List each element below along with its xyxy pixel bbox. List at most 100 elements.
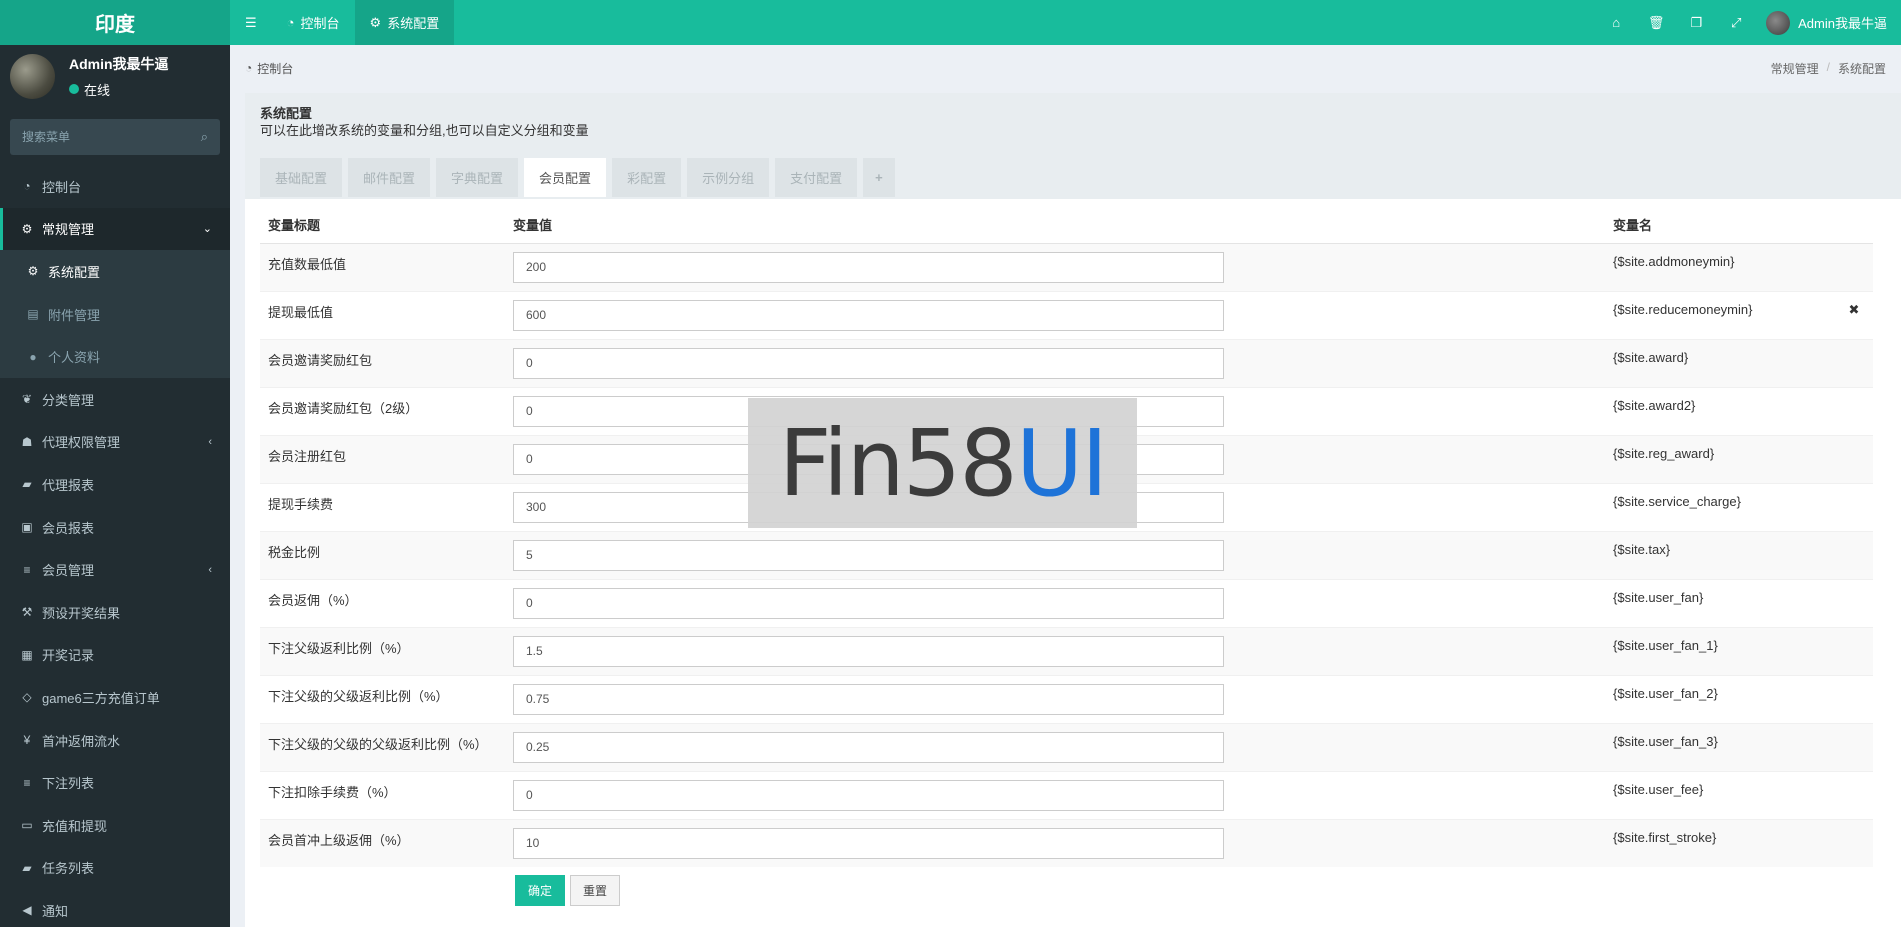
variable-value-input[interactable] — [513, 683, 1224, 715]
sidebar-username: Admin我最牛逼 — [69, 55, 169, 72]
page-home-link[interactable]: ◔ 控制台 — [245, 60, 293, 77]
variable-title: 提现手续费 — [260, 482, 505, 531]
variable-value-input[interactable] — [513, 587, 1224, 619]
variable-title: 下注扣除手续费（%） — [260, 770, 505, 819]
table-row: 下注父级返利比例（%） {$site.user_fan_1} — [260, 626, 1873, 675]
sidebar-item-game6-orders[interactable]: ◇ game6三方充值订单 — [0, 676, 230, 719]
logo[interactable]: 印度 — [0, 0, 230, 45]
variable-title: 会员注册红包 — [260, 434, 505, 483]
cog-icon: ⚙ — [369, 14, 382, 30]
table-row: 会员首冲上级返佣（%） {$site.first_stroke} — [260, 818, 1873, 867]
tab-lottery[interactable]: 彩配置 — [612, 158, 682, 197]
panel-title: 系统配置 — [260, 106, 313, 121]
add-tab-button[interactable]: + — [863, 158, 895, 197]
sidebar-item-lottery-record[interactable]: ▦ 开奖记录 — [0, 634, 230, 677]
bullhorn-icon: ◀ — [22, 903, 32, 918]
sidebar-item-attachment[interactable]: ▤ 附件管理 — [0, 293, 230, 336]
tab-dictionary[interactable]: 字典配置 — [436, 158, 519, 197]
variable-value-input[interactable] — [513, 347, 1224, 379]
variable-value-input[interactable] — [513, 539, 1224, 571]
tab-payment[interactable]: 支付配置 — [775, 158, 858, 197]
sidebar-item-config[interactable]: ⚙ 系统配置 — [0, 250, 230, 293]
avatar — [10, 53, 55, 99]
breadcrumb-bar: ◔ 控制台 常规管理 / 系统配置 — [230, 45, 1901, 91]
variable-name: {$site.reducemoneymin} — [1605, 290, 1835, 339]
submit-button[interactable]: 确定 — [515, 875, 566, 906]
variable-title: 会员邀请奖励红包 — [260, 338, 505, 387]
status-text: 在线 — [84, 82, 111, 98]
sidebar-item-member[interactable]: ≡ 会员管理 ‹ — [0, 548, 230, 591]
sidebar-item-recharge-withdraw[interactable]: ▭ 充值和提现 — [0, 804, 230, 847]
top-right-tools: ⌂ 🗑 ❐ ⤢ Admin我最牛逼 — [1596, 0, 1901, 45]
variable-title: 提现最低值 — [260, 290, 505, 339]
sidebar-item-notice[interactable]: ◀ 通知 — [0, 889, 230, 927]
breadcrumb-item[interactable]: 常规管理 — [1771, 60, 1819, 77]
watermark-logo: Fin58 UI — [748, 398, 1137, 528]
sidebar-item-category[interactable]: ❦ 分类管理 — [0, 378, 230, 421]
yen-icon: ¥ — [23, 733, 31, 748]
top-tab-config[interactable]: ⚙ 系统配置 — [354, 0, 455, 45]
sidebar-item-first-commission[interactable]: ¥ 首冲返佣流水 — [0, 719, 230, 762]
variable-name: {$site.user_fan} — [1605, 578, 1835, 627]
top-tab-dashboard[interactable]: ◔ 控制台 — [272, 0, 355, 45]
file-image-icon: ▤ — [27, 307, 39, 322]
variable-title: 下注父级的父级返利比例（%） — [260, 674, 505, 723]
cog-icon: ⚙ — [27, 264, 39, 279]
diamond-icon: ◇ — [22, 690, 32, 705]
table-row: 税金比例 {$site.tax} — [260, 530, 1873, 579]
column-header-value: 变量值 — [505, 207, 1605, 244]
variable-title: 会员邀请奖励红包（2级） — [260, 386, 505, 435]
dashboard-icon: ◔ — [23, 179, 31, 194]
tab-example-group[interactable]: 示例分组 — [687, 158, 770, 197]
home-icon[interactable]: ⌂ — [1596, 0, 1636, 45]
variable-value-input[interactable] — [513, 299, 1224, 331]
sidebar-item-agent-auth[interactable]: ☗ 代理权限管理 ‹ — [0, 421, 230, 464]
table-row: 下注父级的父级返利比例（%） {$site.user_fan_2} — [260, 674, 1873, 723]
chevron-down-icon: ⌄ — [202, 223, 212, 236]
tab-email[interactable]: 邮件配置 — [348, 158, 431, 197]
variable-name: {$site.first_stroke} — [1605, 818, 1835, 867]
sidebar-item-profile[interactable]: ● 个人资料 — [0, 335, 230, 378]
menu-search: ⌕ — [10, 119, 220, 155]
breadcrumb-separator: / — [1826, 59, 1830, 74]
delete-icon[interactable]: ✖ — [1849, 302, 1860, 317]
variable-name: {$site.user_fan_1} — [1605, 626, 1835, 675]
trash-icon[interactable]: 🗑 — [1636, 0, 1676, 45]
variable-name: {$site.reg_award} — [1605, 434, 1835, 483]
variable-value-input[interactable] — [513, 779, 1224, 811]
sidebar-item-dashboard[interactable]: ◔ 控制台 — [0, 165, 230, 208]
breadcrumb: 常规管理 / 系统配置 — [1771, 60, 1886, 77]
search-icon[interactable]: ⌕ — [201, 129, 208, 145]
sidebar-item-general[interactable]: ⚙ 常规管理 ⌄ — [0, 207, 230, 251]
top-tab-label: 系统配置 — [387, 16, 440, 31]
sidebar-item-agent-report[interactable]: ▰ 代理报表 — [0, 463, 230, 506]
variable-name: {$site.addmoneymin} — [1605, 242, 1835, 291]
variable-value-input[interactable] — [513, 251, 1224, 283]
sidebar-item-preset-result[interactable]: ⚒ 预设开奖结果 — [0, 591, 230, 634]
user-menu[interactable]: Admin我最牛逼 — [1756, 0, 1901, 45]
chevron-left-icon: ‹ — [208, 435, 212, 448]
variable-value-input[interactable] — [513, 635, 1224, 667]
tab-member[interactable]: 会员配置 — [524, 158, 607, 197]
variable-name: {$site.award} — [1605, 338, 1835, 387]
tab-basic[interactable]: 基础配置 — [260, 158, 343, 197]
money-icon: ▭ — [21, 818, 33, 833]
sidebar-toggle-button[interactable]: ☰ — [230, 0, 272, 45]
panel-heading: 系统配置 可以在此增改系统的变量和分组,也可以自定义分组和变量 基础配置 邮件配… — [245, 93, 1901, 199]
table-row: 下注扣除手续费（%） {$site.user_fee} — [260, 770, 1873, 819]
sidebar-item-member-report[interactable]: ▣ 会员报表 — [0, 506, 230, 549]
reset-button[interactable]: 重置 — [570, 875, 621, 906]
copy-icon[interactable]: ❐ — [1676, 0, 1716, 45]
user-status: 在线 — [69, 80, 169, 99]
chevron-left-icon: ‹ — [208, 563, 212, 576]
dashboard-icon: ◔ — [245, 61, 253, 75]
sidebar-item-bet-list[interactable]: ≡ 下注列表 — [0, 761, 230, 804]
sidebar-item-task-list[interactable]: ▰ 任务列表 — [0, 847, 230, 890]
user-icon: ● — [29, 349, 37, 364]
panel-description: 可以在此增改系统的变量和分组,也可以自定义分组和变量 — [260, 123, 589, 138]
menu-search-input[interactable] — [22, 130, 201, 144]
variable-value-input[interactable] — [513, 731, 1224, 763]
list-icon: ≡ — [23, 562, 31, 577]
fullscreen-icon[interactable]: ⤢ — [1716, 0, 1756, 45]
variable-value-input[interactable] — [513, 827, 1224, 859]
